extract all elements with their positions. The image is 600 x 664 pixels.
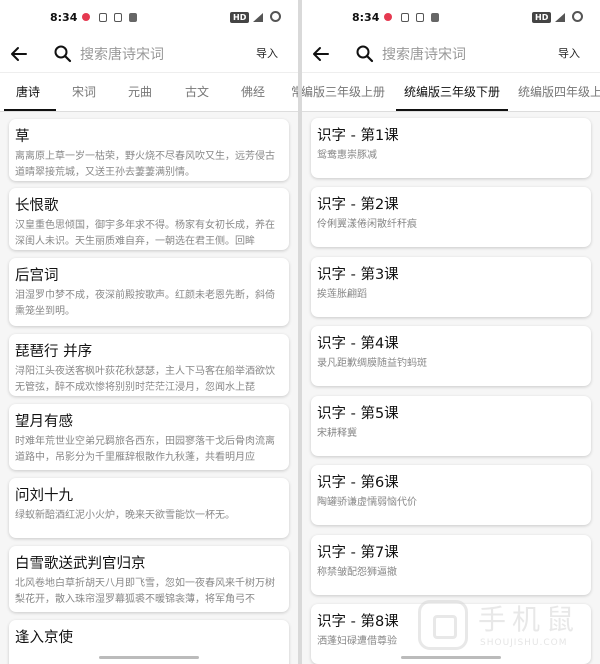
back-arrow-icon[interactable] bbox=[311, 44, 331, 64]
lesson-card[interactable]: 识字 - 第1课 鸳鸯惠崇豚减 bbox=[311, 118, 591, 178]
image-icon bbox=[430, 12, 440, 22]
tab-more[interactable]: 常 bbox=[291, 73, 298, 111]
poem-title: 长恨歌 bbox=[15, 198, 59, 214]
image-icon bbox=[128, 12, 138, 22]
lesson-characters: 伶俐翼漾倦闲散纤秆痕 bbox=[317, 219, 417, 230]
poem-list: 草 离离原上草一岁一枯荣，野火烧不尽春风吹又生，远芳侵古道晴翠接荒城，又送王孙去… bbox=[0, 110, 298, 664]
notification-icon bbox=[81, 12, 91, 22]
search-icon bbox=[356, 45, 374, 63]
poem-excerpt: 时难年荒世业空弟兄羁旅各西东，田园寥落干戈后骨肉流离道路中，吊影分为千里雁辞根散… bbox=[15, 436, 275, 463]
tab-grade3-vol2[interactable]: 统编版三年级下册 bbox=[404, 73, 500, 111]
poem-title: 白雪歌送武判官归京 bbox=[15, 556, 146, 572]
battery-icon bbox=[572, 11, 583, 22]
search-input[interactable] bbox=[78, 41, 232, 69]
poem-card[interactable]: 琵琶行 并序 浔阳江头夜送客枫叶荻花秋瑟瑟，主人下马客在船举酒欲饮无管弦，醉不成… bbox=[9, 334, 289, 396]
poem-excerpt: 浔阳江头夜送客枫叶荻花秋瑟瑟，主人下马客在船举酒欲饮无管弦，醉不成欢惨将别别时茫… bbox=[15, 366, 275, 393]
lesson-card[interactable]: 识字 - 第3课 挨莲胀翩蹈 bbox=[311, 257, 591, 317]
poem-title: 逢入京使 bbox=[15, 630, 73, 646]
tab-grade3-vol1[interactable]: 编版三年级上册 bbox=[302, 73, 385, 111]
grade-tabs: 编版三年级上册 统编版三年级下册 统编版四年级上 bbox=[302, 72, 600, 112]
lesson-title: 识字 - 第7课 bbox=[317, 545, 399, 561]
lesson-characters: 挨莲胀翩蹈 bbox=[317, 289, 367, 300]
lesson-title: 识字 - 第5课 bbox=[317, 406, 399, 422]
battery-icon bbox=[270, 11, 281, 22]
lesson-card[interactable]: 识字 - 第7课 称禁皱配怨狮逼撤 bbox=[311, 535, 591, 595]
hd-badge: HD bbox=[532, 12, 552, 23]
status-time: 8:34 bbox=[50, 11, 78, 24]
signal-icon bbox=[555, 13, 565, 22]
lesson-characters: 称禁皱配怨狮逼撤 bbox=[317, 567, 397, 578]
status-time: 8:34 bbox=[352, 11, 380, 24]
hd-badge: HD bbox=[230, 12, 250, 23]
import-button[interactable]: 导入 bbox=[558, 45, 580, 61]
poem-excerpt: 离离原上草一岁一枯荣，野火烧不尽春风吹又生，远芳侵古道晴翠接荒城，又送王孙去萋萋… bbox=[15, 151, 275, 178]
sim-icon bbox=[400, 12, 410, 22]
left-screen: 8:34 HD 导入 唐诗 宋词 元曲 古文 佛经 常 草 离离原上草一岁一枯荣… bbox=[0, 0, 298, 664]
lesson-card[interactable]: 识字 - 第4课 录凡距歉绸膜随益钓蚂斑 bbox=[311, 326, 591, 386]
tab-grade4-vol1[interactable]: 统编版四年级上 bbox=[518, 73, 600, 111]
status-bar: 8:34 HD bbox=[302, 0, 600, 36]
tab-classical-prose[interactable]: 古文 bbox=[185, 73, 209, 111]
file-icon bbox=[113, 12, 123, 22]
sim-icon bbox=[98, 12, 108, 22]
lesson-characters: 录凡距歉绸膜随益钓蚂斑 bbox=[317, 358, 427, 369]
lesson-list: 识字 - 第1课 鸳鸯惠崇豚减 识字 - 第2课 伶俐翼漾倦闲散纤秆痕 识字 -… bbox=[302, 110, 600, 664]
tab-buddhist-sutras[interactable]: 佛经 bbox=[241, 73, 265, 111]
search-input[interactable] bbox=[380, 41, 534, 69]
lesson-card[interactable]: 识字 - 第5课 宋耕释冀 bbox=[311, 396, 591, 456]
poem-excerpt: 泪湿罗巾梦不成，夜深前殿按歌声。红颜未老恩先断，斜倚熏笼坐到明。 bbox=[15, 290, 275, 317]
file-icon bbox=[415, 12, 425, 22]
poem-excerpt: 北风卷地白草折胡天八月即飞雪，忽如一夜春风来千树万树梨花开，散入珠帘湿罗幕狐裘不… bbox=[15, 578, 275, 605]
home-indicator bbox=[99, 656, 199, 659]
right-screen: 8:34 HD 导入 编版三年级上册 统编版三年级下册 统编版四年级上 识字 -… bbox=[302, 0, 600, 664]
poem-card[interactable]: 长恨歌 汉皇重色思倾国，御宇多年求不得。杨家有女初长成，养在深闺人未识。天生丽质… bbox=[9, 188, 289, 250]
status-bar: 8:34 HD bbox=[0, 0, 298, 36]
lesson-card[interactable]: 识字 - 第6课 陶罐骄谦虚懦弱恼代价 bbox=[311, 465, 591, 525]
lesson-title: 识字 - 第3课 bbox=[317, 267, 399, 283]
poem-title: 草 bbox=[15, 129, 30, 145]
poem-card[interactable]: 后宫词 泪湿罗巾梦不成，夜深前殿按歌声。红颜未老恩先断，斜倚熏笼坐到明。 bbox=[9, 258, 289, 326]
lesson-characters: 陶罐骄谦虚懦弱恼代价 bbox=[317, 497, 417, 508]
watermark-logo-icon bbox=[418, 600, 468, 650]
search-icon bbox=[54, 45, 72, 63]
lesson-characters: 宋耕释冀 bbox=[317, 428, 357, 439]
poem-card[interactable]: 草 离离原上草一岁一枯荣，野火烧不尽春风吹又生，远芳侵古道晴翠接荒城，又送王孙去… bbox=[9, 119, 289, 181]
lesson-title: 识字 - 第2课 bbox=[317, 197, 399, 213]
lesson-title: 识字 - 第1课 bbox=[317, 128, 399, 144]
category-tabs: 唐诗 宋词 元曲 古文 佛经 常 bbox=[0, 72, 298, 112]
poem-excerpt: 汉皇重色思倾国，御宇多年求不得。杨家有女初长成，养在深闺人未识。天生丽质难自弃，… bbox=[15, 220, 275, 247]
tab-song-ci[interactable]: 宋词 bbox=[72, 73, 96, 111]
lesson-card[interactable]: 识字 - 第2课 伶俐翼漾倦闲散纤秆痕 bbox=[311, 187, 591, 247]
tab-tang-poems[interactable]: 唐诗 bbox=[16, 73, 40, 111]
lesson-characters: 鸳鸯惠崇豚减 bbox=[317, 150, 377, 161]
site-watermark: 手机鼠 SHOUJISHU.COM bbox=[418, 596, 590, 658]
import-button[interactable]: 导入 bbox=[256, 45, 278, 61]
lesson-title: 识字 - 第6课 bbox=[317, 475, 399, 491]
lesson-title: 识字 - 第4课 bbox=[317, 336, 399, 352]
watermark-en-text: SHOUJISHU.COM bbox=[480, 638, 568, 648]
poem-card[interactable]: 白雪歌送武判官归京 北风卷地白草折胡天八月即飞雪，忽如一夜春风来千树万树梨花开，… bbox=[9, 546, 289, 612]
poem-title: 琵琶行 并序 bbox=[15, 344, 93, 360]
poem-title: 望月有感 bbox=[15, 414, 73, 430]
poem-excerpt: 绿蚁新醅酒红泥小火炉，晚来天欲雪能饮一杯无。 bbox=[15, 510, 235, 521]
back-arrow-icon[interactable] bbox=[9, 44, 29, 64]
signal-icon bbox=[253, 13, 263, 22]
lesson-title: 识字 - 第8课 bbox=[317, 614, 399, 630]
poem-title: 问刘十九 bbox=[15, 488, 73, 504]
poem-card[interactable]: 望月有感 时难年荒世业空弟兄羁旅各西东，田园寥落干戈后骨肉流离道路中，吊影分为千… bbox=[9, 404, 289, 470]
poem-card[interactable]: 问刘十九 绿蚁新醅酒红泥小火炉，晚来天欲雪能饮一杯无。 bbox=[9, 478, 289, 538]
notification-icon bbox=[383, 12, 393, 22]
poem-title: 后宫词 bbox=[15, 268, 59, 284]
watermark-cn-text: 手机鼠 bbox=[478, 603, 581, 636]
top-bar: 导入 bbox=[302, 36, 600, 72]
top-bar: 导入 bbox=[0, 36, 298, 72]
tab-yuan-qu[interactable]: 元曲 bbox=[128, 73, 152, 111]
